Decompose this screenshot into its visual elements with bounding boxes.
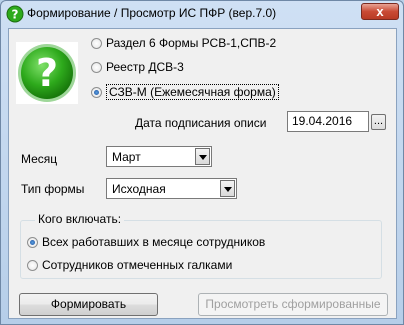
svg-text:?: ? <box>36 51 58 95</box>
chevron-down-icon[interactable] <box>195 148 210 165</box>
form-kind-select[interactable]: Исходная <box>106 178 237 199</box>
radio-dsv3[interactable]: Реестр ДСВ-3 <box>91 60 184 74</box>
month-value: Март <box>112 150 141 164</box>
radio-circle[interactable] <box>27 259 38 271</box>
date-label: Дата подписания описи <box>135 116 267 130</box>
app-window: ? Формирование / Просмотр ИС ПФР (вер.7.… <box>0 0 404 325</box>
view-generated-button[interactable]: Просмотреть сформированные <box>198 293 388 316</box>
question-mark-app-icon: ? <box>6 5 24 23</box>
radio-label: Сотрудников отмеченных галками <box>42 258 233 272</box>
svg-text:?: ? <box>12 8 19 22</box>
chevron-down-icon[interactable] <box>220 180 235 197</box>
radio-label: Раздел 6 Формы РСВ-1,СПВ-2 <box>106 36 277 50</box>
window-title: Формирование / Просмотр ИС ПФР (вер.7.0) <box>27 6 277 20</box>
radio-circle[interactable] <box>91 61 102 73</box>
radio-circle-selected[interactable] <box>91 86 102 98</box>
question-mark-icon: ? <box>16 42 78 104</box>
radio-label: Реестр ДСВ-3 <box>106 60 184 74</box>
radio-label: СЗВ-М (Ежемесячная форма) <box>106 84 279 100</box>
month-select[interactable]: Март <box>106 146 212 167</box>
view-generated-button-label: Просмотреть сформированные <box>205 297 381 311</box>
form-kind-value: Исходная <box>112 182 166 196</box>
date-picker-button[interactable]: ... <box>371 114 386 130</box>
close-button[interactable]: x <box>361 3 399 20</box>
date-input[interactable]: 19.04.2016 <box>287 111 369 132</box>
radio-circle[interactable] <box>91 37 102 49</box>
radio-razdel6[interactable]: Раздел 6 Формы РСВ-1,СПВ-2 <box>91 36 276 50</box>
form-kind-label: Тип формы <box>21 182 85 196</box>
radio-label: Всех работавших в месяце сотрудников <box>42 235 266 249</box>
dialog-body: ? Раздел 6 Формы РСВ-1,СПВ-2 Реестр ДСВ-… <box>8 28 397 319</box>
radio-all-employees[interactable]: Всех работавших в месяце сотрудников <box>27 235 265 249</box>
month-label: Месяц <box>21 152 58 166</box>
generate-button[interactable]: Формировать <box>19 293 158 316</box>
radio-checked-employees[interactable]: Сотрудников отмеченных галками <box>27 258 232 272</box>
radio-circle-selected[interactable] <box>27 236 38 248</box>
include-group-title: Кого включать: <box>35 212 125 226</box>
generate-button-label: Формировать <box>50 297 127 311</box>
radio-szvm[interactable]: СЗВ-М (Ежемесячная форма) <box>91 84 279 100</box>
title-bar[interactable]: ? Формирование / Просмотр ИС ПФР (вер.7.… <box>1 1 403 27</box>
